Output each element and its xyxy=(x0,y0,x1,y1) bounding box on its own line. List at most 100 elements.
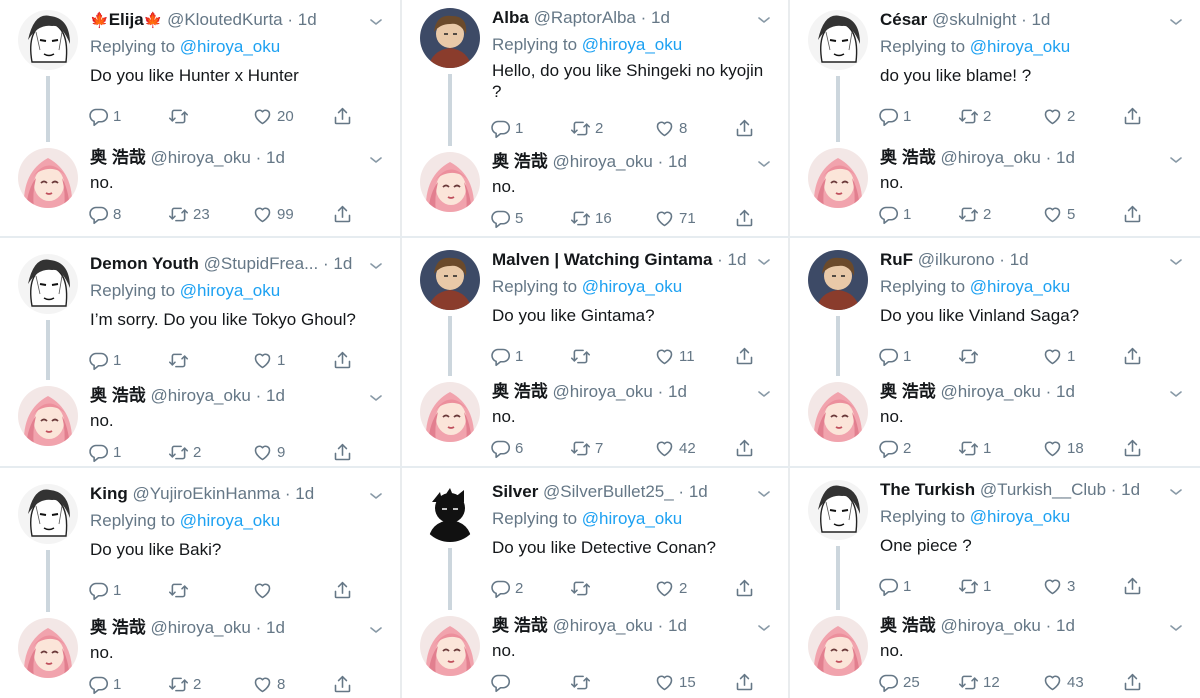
chevron-down-icon[interactable] xyxy=(1168,386,1184,402)
like-button[interactable]: 8 xyxy=(252,674,285,695)
user-avatar[interactable] xyxy=(808,616,868,676)
share-button[interactable] xyxy=(1122,204,1143,225)
mention-link[interactable]: @hiroya_oku xyxy=(970,37,1070,56)
like-button[interactable]: 11 xyxy=(654,346,695,367)
reply-button[interactable]: 1 xyxy=(88,350,121,371)
username-handle[interactable]: @skulnight xyxy=(932,10,1016,29)
like-button[interactable]: 18 xyxy=(1042,438,1084,459)
display-name[interactable]: Alba xyxy=(492,8,529,27)
timestamp[interactable]: 1d xyxy=(266,386,285,405)
reply-button[interactable]: 2 xyxy=(490,578,523,599)
display-name[interactable]: 奥 浩哉 xyxy=(880,382,936,401)
retweet-button[interactable] xyxy=(570,578,595,599)
chevron-down-icon[interactable] xyxy=(368,390,384,406)
reply-button[interactable]: 1 xyxy=(88,106,121,127)
question-tweet[interactable]: Malven | Watching Gintama · 1d Replying t… xyxy=(402,250,788,382)
retweet-button[interactable]: 2 xyxy=(958,204,991,225)
reply-tweet[interactable]: 奥 浩哉 @hiroya_oku · 1d no. 1 2 8 xyxy=(0,618,400,698)
reply-tweet[interactable]: 奥 浩哉 @hiroya_oku · 1d no. 1 2 9 xyxy=(0,386,400,466)
timestamp[interactable]: 1d xyxy=(728,250,747,269)
chevron-down-icon[interactable] xyxy=(368,152,384,168)
share-button[interactable] xyxy=(332,442,353,463)
timestamp[interactable]: 1d xyxy=(266,148,285,167)
retweet-button[interactable]: 2 xyxy=(570,118,603,139)
user-avatar[interactable] xyxy=(18,10,78,70)
share-button[interactable] xyxy=(734,672,755,693)
retweet-button[interactable]: 2 xyxy=(958,106,991,127)
like-button[interactable]: 1 xyxy=(252,350,285,371)
user-avatar[interactable] xyxy=(808,382,868,442)
share-button[interactable] xyxy=(332,106,353,127)
share-button[interactable] xyxy=(332,204,353,225)
like-button[interactable]: 2 xyxy=(1042,106,1075,127)
chevron-down-icon[interactable] xyxy=(756,486,772,502)
reply-button[interactable]: 1 xyxy=(88,674,121,695)
reply-button[interactable]: 1 xyxy=(878,106,911,127)
retweet-button[interactable]: 16 xyxy=(570,208,612,229)
timestamp[interactable]: 1d xyxy=(1010,250,1029,269)
username-handle[interactable]: @Turkish__Club xyxy=(980,480,1106,499)
username-handle[interactable]: @hiroya_oku xyxy=(552,152,652,171)
chevron-down-icon[interactable] xyxy=(1168,620,1184,636)
retweet-button[interactable]: 1 xyxy=(958,438,991,459)
user-avatar[interactable] xyxy=(420,8,480,68)
user-avatar[interactable] xyxy=(420,250,480,310)
chevron-down-icon[interactable] xyxy=(368,14,384,30)
username-handle[interactable]: @hiroya_oku xyxy=(150,386,250,405)
chevron-down-icon[interactable] xyxy=(368,488,384,504)
username-handle[interactable]: @hiroya_oku xyxy=(940,148,1040,167)
user-avatar[interactable] xyxy=(18,386,78,446)
share-button[interactable] xyxy=(1122,438,1143,459)
share-button[interactable] xyxy=(734,346,755,367)
display-name[interactable]: RuF xyxy=(880,250,913,269)
reply-button[interactable]: 1 xyxy=(878,204,911,225)
username-handle[interactable]: @hiroya_oku xyxy=(552,382,652,401)
retweet-button[interactable]: 7 xyxy=(570,438,603,459)
like-button[interactable]: 15 xyxy=(654,672,696,693)
share-button[interactable] xyxy=(734,578,755,599)
retweet-button[interactable] xyxy=(168,106,193,127)
mention-link[interactable]: @hiroya_oku xyxy=(970,277,1070,296)
timestamp[interactable]: 1d xyxy=(295,484,314,503)
reply-tweet[interactable]: 奥 浩哉 @hiroya_oku · 1d no. 8 23 99 xyxy=(0,148,400,236)
chevron-down-icon[interactable] xyxy=(1168,14,1184,30)
like-button[interactable]: 99 xyxy=(252,204,294,225)
like-button[interactable]: 71 xyxy=(654,208,696,229)
question-tweet[interactable]: The Turkish @Turkish__Club · 1d Replying … xyxy=(790,480,1200,616)
chevron-down-icon[interactable] xyxy=(1168,254,1184,270)
share-button[interactable] xyxy=(332,674,353,695)
chevron-down-icon[interactable] xyxy=(1168,484,1184,500)
like-button[interactable]: 5 xyxy=(1042,204,1075,225)
retweet-button[interactable] xyxy=(168,580,193,601)
username-handle[interactable]: @StupidFrea... xyxy=(204,254,319,273)
retweet-button[interactable]: 2 xyxy=(168,674,201,695)
reply-button[interactable]: 6 xyxy=(490,438,523,459)
question-tweet[interactable]: RuF @ilkurono · 1d Replying to @hiroya_ok… xyxy=(790,250,1200,382)
mention-link[interactable]: @hiroya_oku xyxy=(180,511,280,530)
chevron-down-icon[interactable] xyxy=(756,254,772,270)
like-button[interactable] xyxy=(252,580,277,601)
question-tweet[interactable]: César @skulnight · 1d Replying to @hiroya… xyxy=(790,10,1200,148)
timestamp[interactable]: 1d xyxy=(298,10,317,29)
share-button[interactable] xyxy=(1122,672,1143,693)
timestamp[interactable]: 1d xyxy=(266,618,285,637)
like-button[interactable]: 9 xyxy=(252,442,285,463)
like-button[interactable]: 20 xyxy=(252,106,294,127)
chevron-down-icon[interactable] xyxy=(368,258,384,274)
reply-button[interactable]: 1 xyxy=(88,580,121,601)
user-avatar[interactable] xyxy=(420,616,480,676)
retweet-button[interactable]: 12 xyxy=(958,672,1000,693)
username-handle[interactable]: @hiroya_oku xyxy=(940,616,1040,635)
reply-tweet[interactable]: 奥 浩哉 @hiroya_oku · 1d no. 15 xyxy=(402,616,788,698)
reply-button[interactable] xyxy=(490,672,515,693)
timestamp[interactable]: 1d xyxy=(1031,10,1050,29)
display-name[interactable]: 奥 浩哉 xyxy=(492,382,548,401)
timestamp[interactable]: 1d xyxy=(668,616,687,635)
reply-tweet[interactable]: 奥 浩哉 @hiroya_oku · 1d no. 2 1 18 xyxy=(790,382,1200,466)
timestamp[interactable]: 1d xyxy=(668,152,687,171)
share-button[interactable] xyxy=(1122,106,1143,127)
username-handle[interactable]: @hiroya_oku xyxy=(552,616,652,635)
username-handle[interactable]: @YujiroEkinHanma xyxy=(133,484,281,503)
username-handle[interactable]: @ilkurono xyxy=(918,250,995,269)
user-avatar[interactable] xyxy=(808,148,868,208)
